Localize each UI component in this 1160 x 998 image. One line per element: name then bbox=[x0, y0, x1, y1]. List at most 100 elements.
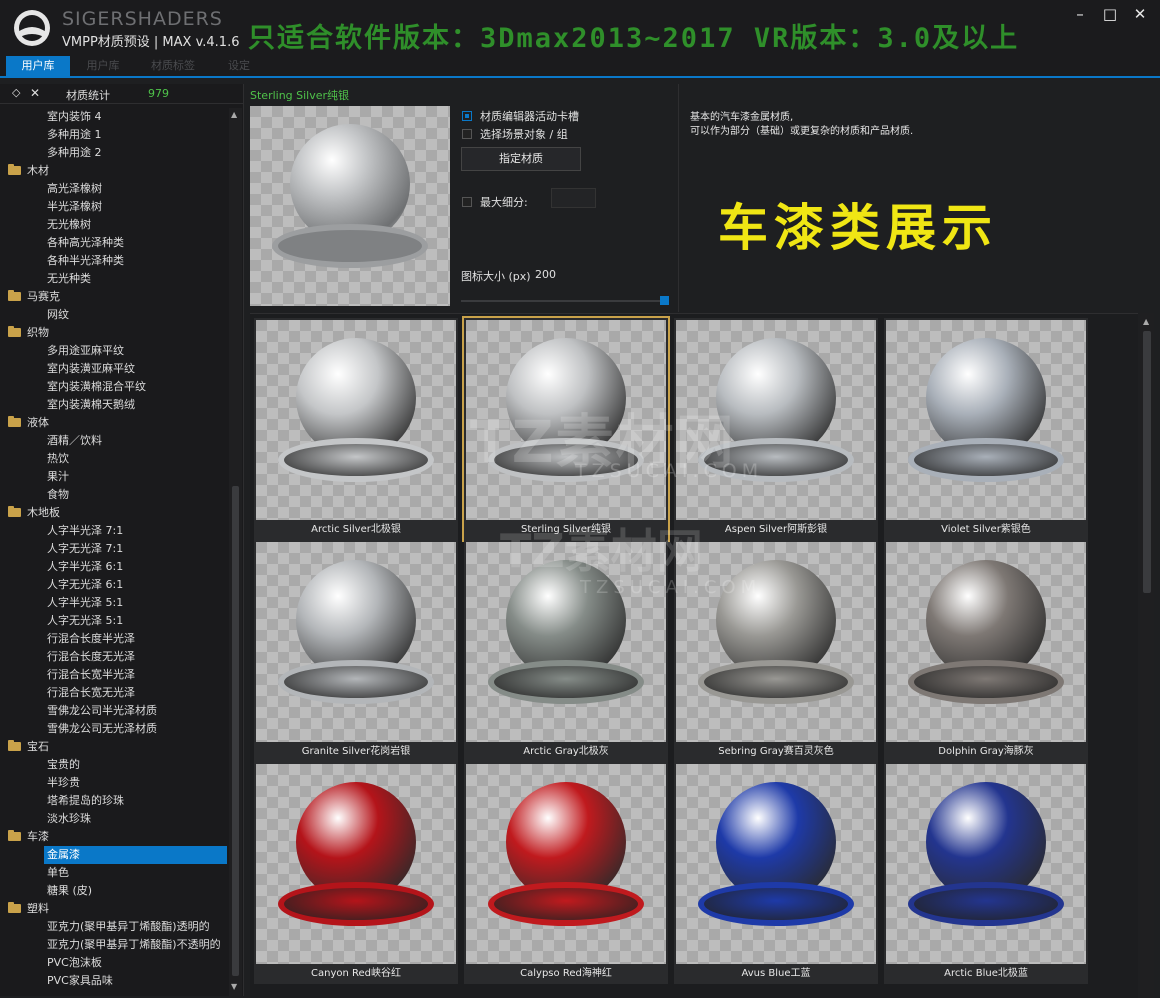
tree-item[interactable]: 宝贵的 bbox=[44, 756, 227, 774]
tree-label: 液体 bbox=[27, 416, 49, 429]
tree-item[interactable]: 人字半光泽 6:1 bbox=[44, 558, 227, 576]
tree-item[interactable]: 多种用途 2 bbox=[44, 144, 227, 162]
tab-material-tags[interactable]: 材质标签 bbox=[140, 56, 206, 76]
tree-item[interactable]: PVC泡沫板 bbox=[44, 954, 227, 972]
tree-category[interactable]: 塑料 bbox=[8, 900, 49, 918]
tree-item[interactable]: 酒精／饮料 bbox=[44, 432, 227, 450]
tab-user-library[interactable]: 用户库 bbox=[6, 56, 70, 76]
material-card[interactable]: Arctic Silver北极银 bbox=[254, 318, 458, 540]
grid-scroll-thumb[interactable] bbox=[1143, 331, 1151, 593]
app-logo-icon bbox=[14, 10, 50, 46]
option-active-slot[interactable]: 材质编辑器活动卡槽 bbox=[462, 108, 579, 124]
tree-item[interactable]: 行混合长宽无光泽 bbox=[44, 684, 227, 702]
tree-item[interactable]: 热饮 bbox=[44, 450, 227, 468]
tree-label: 室内装潢亚麻平纹 bbox=[47, 362, 135, 375]
tree-category[interactable]: 液体 bbox=[8, 414, 49, 432]
material-card[interactable]: Arctic Blue北极蓝 bbox=[884, 762, 1088, 984]
scene-objects-checkbox[interactable] bbox=[462, 129, 472, 139]
max-subdiv-input[interactable] bbox=[551, 188, 596, 208]
tree-item[interactable]: 半珍贵 bbox=[44, 774, 227, 792]
tree-item[interactable]: 无光橡树 bbox=[44, 216, 227, 234]
tree-item[interactable]: 亚克力(聚甲基异丁烯酸酯)透明的 bbox=[44, 918, 227, 936]
clear-filter-icon[interactable]: ✕ bbox=[30, 86, 40, 100]
tree-item[interactable]: 人字半光泽 5:1 bbox=[44, 594, 227, 612]
tree-item[interactable]: 网纹 bbox=[44, 306, 227, 324]
minimize-icon[interactable]: – bbox=[1068, 4, 1092, 24]
tree-category[interactable]: 车漆 bbox=[8, 828, 49, 846]
material-card[interactable]: Violet Silver紫银色 bbox=[884, 318, 1088, 540]
tree-item[interactable]: PVC家具品味 bbox=[44, 972, 227, 990]
grid-scrollbar[interactable]: ▲ bbox=[1140, 313, 1154, 998]
tree-label: 热饮 bbox=[47, 452, 69, 465]
tree-category[interactable]: 马赛克 bbox=[8, 288, 60, 306]
grid-scroll-up-icon[interactable]: ▲ bbox=[1143, 317, 1149, 326]
option-scene-objects[interactable]: 选择场景对象 / 组 bbox=[462, 126, 568, 142]
material-card[interactable]: Granite Silver花岗岩银 bbox=[254, 540, 458, 762]
material-label: Avus Blue工蓝 bbox=[741, 968, 811, 979]
tree-item[interactable]: 糖果 (皮) bbox=[44, 882, 227, 900]
tree-item[interactable]: 各种高光泽种类 bbox=[44, 234, 227, 252]
tree-item[interactable]: 人字半光泽 7:1 bbox=[44, 522, 227, 540]
tree-item[interactable]: 雪佛龙公司半光泽材质 bbox=[44, 702, 227, 720]
material-card[interactable]: Dolphin Gray海豚灰 bbox=[884, 540, 1088, 762]
material-card[interactable]: Sebring Gray赛百灵灰色 bbox=[674, 540, 878, 762]
assign-material-button[interactable]: 指定材质 bbox=[461, 147, 581, 171]
tree-category[interactable]: 织物 bbox=[8, 324, 49, 342]
tree-label: 高光泽橡树 bbox=[47, 182, 102, 195]
material-thumbnail bbox=[256, 764, 456, 964]
expand-collapse-icon[interactable]: ◇ bbox=[12, 86, 20, 99]
tree-item[interactable]: 高光泽橡树 bbox=[44, 180, 227, 198]
sidebar-header: ◇ ✕ 材质统计 979 bbox=[0, 84, 244, 104]
tree-item[interactable]: 多种用途 1 bbox=[44, 126, 227, 144]
close-icon[interactable]: ✕ bbox=[1128, 4, 1152, 24]
material-card[interactable]: Canyon Red峡谷红 bbox=[254, 762, 458, 984]
tree-item[interactable]: 人字无光泽 6:1 bbox=[44, 576, 227, 594]
tree-item[interactable]: 金属漆 bbox=[44, 846, 227, 864]
sidebar-scroll-thumb[interactable] bbox=[232, 486, 239, 976]
tree-item[interactable]: 行混合长度无光泽 bbox=[44, 648, 227, 666]
tree-label: 金属漆 bbox=[47, 848, 80, 861]
tree-item[interactable]: 室内装潢棉天鹅绒 bbox=[44, 396, 227, 414]
tree-item[interactable]: 人字无光泽 7:1 bbox=[44, 540, 227, 558]
tree-item[interactable]: 多用途亚麻平纹 bbox=[44, 342, 227, 360]
material-card[interactable]: Avus Blue工蓝 bbox=[674, 762, 878, 984]
tree-item[interactable]: 室内装潢棉混合平纹 bbox=[44, 378, 227, 396]
icon-size-slider-thumb[interactable] bbox=[660, 296, 669, 305]
material-base bbox=[488, 438, 644, 482]
material-card[interactable]: Arctic Gray北极灰 bbox=[464, 540, 668, 762]
active-slot-checkbox[interactable] bbox=[462, 111, 472, 121]
maximize-icon[interactable]: □ bbox=[1098, 4, 1122, 24]
tree-item[interactable]: 亚克力(聚甲基异丁烯酸酯)不透明的 bbox=[44, 936, 227, 954]
sidebar-scrollbar[interactable]: ▲ ▼ bbox=[229, 108, 242, 996]
icon-size-slider[interactable] bbox=[461, 296, 669, 305]
tree-label: 木材 bbox=[27, 164, 49, 177]
description-line-1: 基本的汽车漆金属材质, bbox=[690, 112, 794, 123]
material-card[interactable]: Calypso Red海神红 bbox=[464, 762, 668, 984]
tree-item[interactable]: 无光种类 bbox=[44, 270, 227, 288]
tree-item[interactable]: 行混合长度半光泽 bbox=[44, 630, 227, 648]
scroll-up-icon[interactable]: ▲ bbox=[231, 110, 237, 119]
max-subdiv-checkbox[interactable] bbox=[462, 197, 472, 207]
tree-category[interactable]: 木材 bbox=[8, 162, 49, 180]
scroll-down-icon[interactable]: ▼ bbox=[231, 982, 237, 991]
tree-item[interactable]: 塔希提岛的珍珠 bbox=[44, 792, 227, 810]
tree-item[interactable]: 淡水珍珠 bbox=[44, 810, 227, 828]
tree-category[interactable]: 宝石 bbox=[8, 738, 49, 756]
tree-item[interactable]: 半光泽橡树 bbox=[44, 198, 227, 216]
tree-label: 半珍贵 bbox=[47, 776, 80, 789]
tree-item[interactable]: 单色 bbox=[44, 864, 227, 882]
tree-label: 多用途亚麻平纹 bbox=[47, 344, 124, 357]
tree-item[interactable]: 室内装潢亚麻平纹 bbox=[44, 360, 227, 378]
tree-item[interactable]: 雪佛龙公司无光泽材质 bbox=[44, 720, 227, 738]
tree-item[interactable]: 各种半光泽种类 bbox=[44, 252, 227, 270]
tree-category[interactable]: 木地板 bbox=[8, 504, 60, 522]
tab-settings[interactable]: 设定 bbox=[214, 56, 264, 76]
tree-item[interactable]: 人字无光泽 5:1 bbox=[44, 612, 227, 630]
material-card[interactable]: Aspen Silver阿斯彭银 bbox=[674, 318, 878, 540]
tree-item[interactable]: 行混合长宽半光泽 bbox=[44, 666, 227, 684]
tree-item[interactable]: 室内装饰 4 bbox=[44, 108, 227, 126]
tree-item[interactable]: 果汁 bbox=[44, 468, 227, 486]
tab-user-library-2[interactable]: 用户库 bbox=[74, 56, 132, 76]
tree-item[interactable]: 食物 bbox=[44, 486, 227, 504]
material-card[interactable]: Sterling Silver纯银 bbox=[462, 316, 670, 542]
